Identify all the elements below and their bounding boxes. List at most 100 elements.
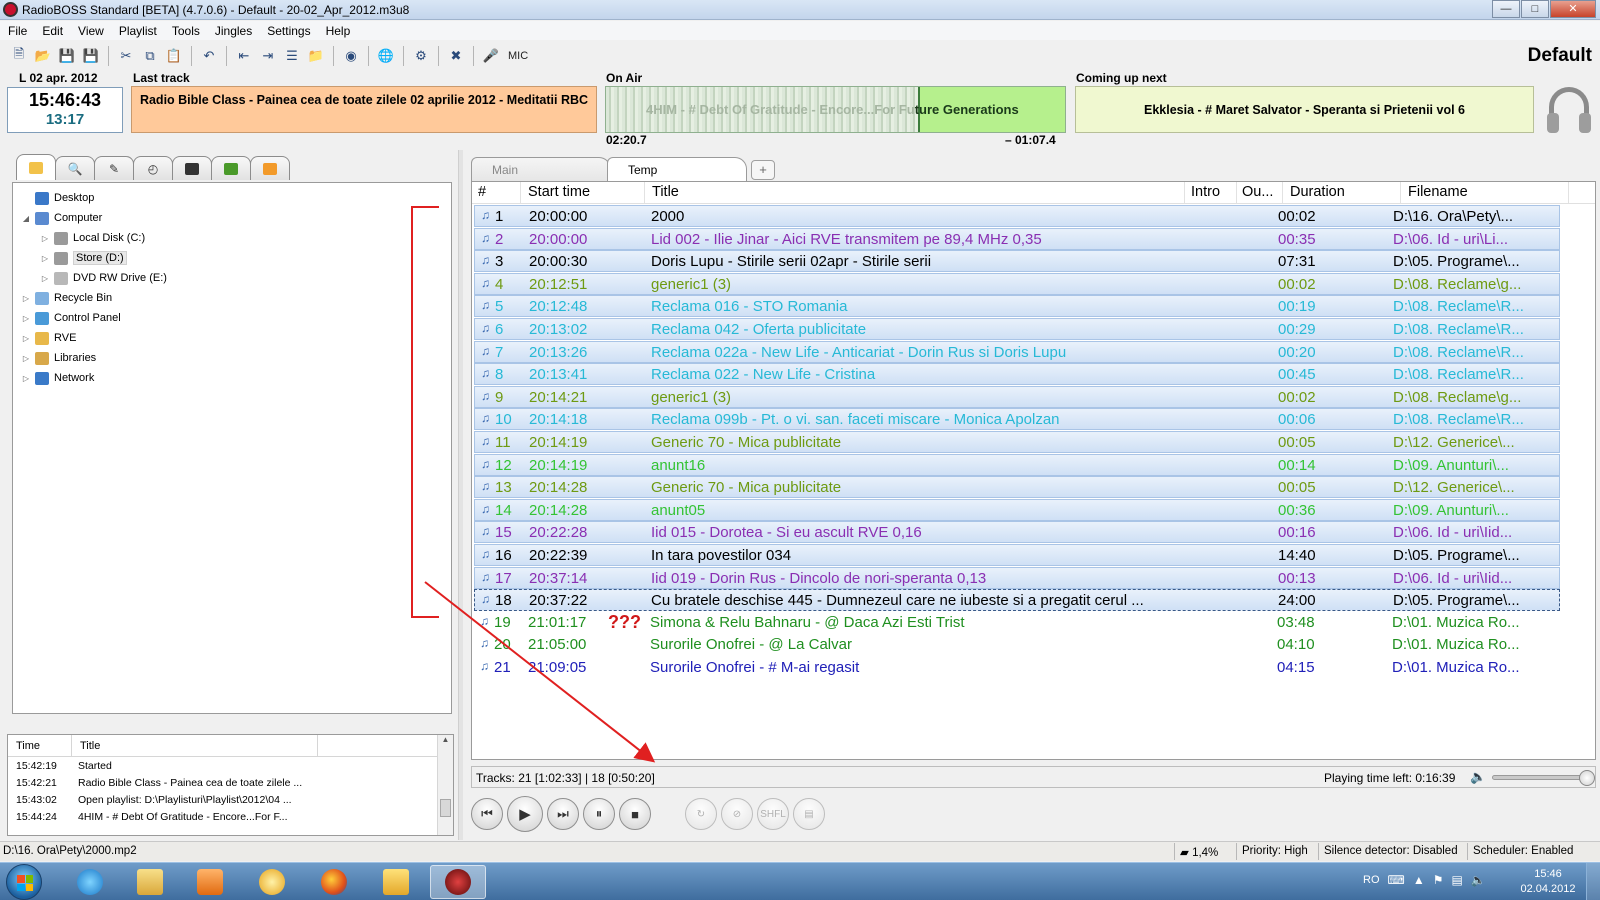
table-row[interactable]: ♫ 7 20:13:26 Reclama 022a - New Life - Anti… [474,340,1560,363]
tools-icon[interactable]: ✖ [445,45,467,67]
folder-tree[interactable]: Desktop ◢ Computer ▷ Local Disk (C:) ▷ Stor… [12,182,452,714]
firefox-icon[interactable] [306,865,362,899]
tree-item-control-panel[interactable]: ▷ Control Panel [21,309,121,327]
tree-item-local-disk[interactable]: ▷ Local Disk (C:) [40,229,145,247]
table-row[interactable]: ♫ 13 20:14:28 Generic 70 - Mica publicitate… [474,476,1560,499]
priority-status[interactable]: Priority: High [1236,843,1308,860]
shuffle-button[interactable]: SHFL [757,798,789,830]
flag-icon[interactable]: ⚑ [1433,873,1444,887]
new-icon[interactable]: 🗎 [8,45,30,67]
tab-clock-icon[interactable]: ◴ [133,156,173,180]
column-start-time[interactable]: Start time [528,184,590,200]
menu-tools[interactable]: Tools [164,21,207,40]
radioboss-icon[interactable] [430,865,486,899]
volume-knob[interactable] [1579,770,1595,786]
tab-main[interactable]: Main [471,157,611,181]
minimize-button[interactable]: — [1492,0,1520,18]
tab-record-icon[interactable] [172,156,212,180]
tab-tag-icon[interactable]: ✎ [94,156,134,180]
silence-detector-status[interactable]: Silence detector: Disabled [1318,843,1458,860]
internet-explorer-icon[interactable] [62,865,118,899]
checkmark-app-icon[interactable] [368,865,424,899]
start-button[interactable] [6,864,42,900]
stop-button[interactable]: ■ [619,798,651,830]
table-row[interactable]: ♫ 12 20:14:19 anunt16 00:14 D:\09. Anunturi\.… [474,453,1560,476]
last-track-box[interactable]: Radio Bible Class - Painea cea de toate … [131,86,597,133]
table-row[interactable]: ♫ 20 21:05:00 Surorile Onofrei - @ La Calva… [474,634,1560,656]
paste-icon[interactable]: 📋 [163,45,185,67]
table-row[interactable]: ♫ 5 20:12:48 Reclama 016 - STO Romania 00:19… [474,295,1560,318]
menu-help[interactable]: Help [318,21,358,40]
save-as-icon[interactable]: 💾 [80,45,102,67]
radioboss-app-icon[interactable] [3,2,18,17]
table-row[interactable]: ♫ 2 20:00:00 Lid 002 - Ilie Jinar - Aici RV… [474,227,1560,250]
table-row[interactable]: ♫ 4 20:12:51 generic1 (3) 00:02 D:\08. Reclam… [474,272,1560,295]
volume-slider[interactable] [1492,770,1595,786]
stop-after-button[interactable]: ⊘ [721,798,753,830]
pause-button[interactable]: ⏸ [583,798,615,830]
column-number[interactable]: # [478,184,486,200]
table-row[interactable]: ♫ 3 20:00:30 Doris Lupu - Stirile serii 02a… [474,250,1560,273]
table-row[interactable]: ♫ 18 20:37:22 Cu bratele deschise 445 - Dum… [474,589,1560,612]
keyboard-icon[interactable]: ⌨ [1388,873,1405,887]
table-row[interactable]: ♫ 6 20:13:02 Reclama 042 - Oferta publicita… [474,318,1560,340]
tab-search-icon[interactable]: 🔍 [55,156,95,180]
table-row[interactable]: ♫ 1 20:00:00 2000 00:02 D:\16. Ora\Pety\... [474,205,1560,227]
show-desktop-button[interactable] [1586,863,1600,900]
menu-view[interactable]: View [70,21,111,40]
loop-button[interactable]: ↻ [685,798,717,830]
open-icon[interactable]: 📂 [32,45,54,67]
insert-icon[interactable]: ⇤ [233,45,255,67]
log-column-time[interactable]: Time [8,735,72,756]
tree-item-rve[interactable]: ▷ RVE [21,329,76,347]
column-filename[interactable]: Filename [1408,184,1468,200]
mic-label[interactable]: MIC [504,50,532,62]
column-outro[interactable]: Ou... [1242,184,1273,200]
network-tray-icon[interactable]: ▤ [1451,873,1462,887]
table-row[interactable]: ♫ 8 20:13:41 Reclama 022 - New Life - Crist… [474,363,1560,386]
tab-folder-icon[interactable] [16,154,56,180]
cart-icon[interactable]: ◉ [340,45,362,67]
table-row[interactable]: ♫ 16 20:22:39 In tara povestilor 034 14:40 D:… [474,544,1560,566]
table-row[interactable]: ♫ 11 20:14:19 Generic 70 - Mica publicitate… [474,431,1560,453]
menu-file[interactable]: File [0,21,34,40]
cut-icon[interactable]: ✂ [115,45,137,67]
event-log[interactable]: Time Title 15:42:19 Started 15:42:21 Radio… [7,734,454,836]
menu-jingles[interactable]: Jingles [207,21,259,40]
tree-item-desktop[interactable]: Desktop [21,189,94,207]
library-button[interactable]: ▤ [793,798,825,830]
headphones-icon[interactable] [1545,84,1593,134]
tree-item-store[interactable]: ▷ Store (D:) [40,249,127,267]
mic-icon[interactable]: 🎤 [480,45,502,67]
volume-tray-icon[interactable]: 🔈 [1471,873,1486,887]
coming-up-box[interactable]: Ekklesia - # Maret Salvator - Speranta s… [1075,86,1534,133]
playlist-table[interactable]: # Start time Title Intro Ou... Duration … [471,181,1596,760]
table-row[interactable]: ♫ 10 20:14:18 Reclama 099b - Pt. o vi. san.… [474,408,1560,431]
table-row[interactable]: ♫ 15 20:22:28 Iid 015 - Dorotea - Si eu asc… [474,521,1560,544]
language-indicator[interactable]: RO [1363,874,1380,886]
panel-splitter[interactable] [458,150,463,840]
save-icon[interactable]: 💾 [56,45,78,67]
play-button[interactable]: ▶ [507,796,543,832]
table-row[interactable]: ♫ 14 20:14:28 anunt05 00:36 D:\09. Anunturi\.… [474,498,1560,521]
column-intro[interactable]: Intro [1191,184,1220,200]
log-scrollbar[interactable]: ▲ [437,735,453,835]
browser-icon[interactable] [244,865,300,899]
add-tab-icon[interactable]: + [751,160,775,180]
table-row[interactable]: ♫ 21 21:09:05 Surorile Onofrei - # M-ai reg… [474,657,1560,679]
tree-item-dvd[interactable]: ▷ DVD RW Drive (E:) [40,269,167,287]
on-air-box[interactable]: 4HIM - # Debt Of Gratitude - Encore...Fo… [605,86,1066,133]
log-column-title[interactable]: Title [72,735,318,756]
tab-temp[interactable]: Temp [607,157,747,181]
menu-edit[interactable]: Edit [34,21,70,40]
tree-item-network[interactable]: ▷ Network [21,369,94,387]
scheduler-status[interactable]: Scheduler: Enabled [1467,843,1573,860]
table-row[interactable]: ♫ 19 21:01:17??? Simona & Relu Bahnaru - @ … [474,612,1560,634]
next-button[interactable]: ⏭ [547,798,579,830]
table-row[interactable]: ♫ 9 20:14:21 generic1 (3) 00:02 D:\08. Reclam… [474,385,1560,408]
undo-icon[interactable]: ↶ [198,45,220,67]
menu-playlist[interactable]: Playlist [111,21,164,40]
media-player-icon[interactable] [182,865,238,899]
insert-after-icon[interactable]: ⇥ [257,45,279,67]
explorer-icon[interactable] [122,865,178,899]
